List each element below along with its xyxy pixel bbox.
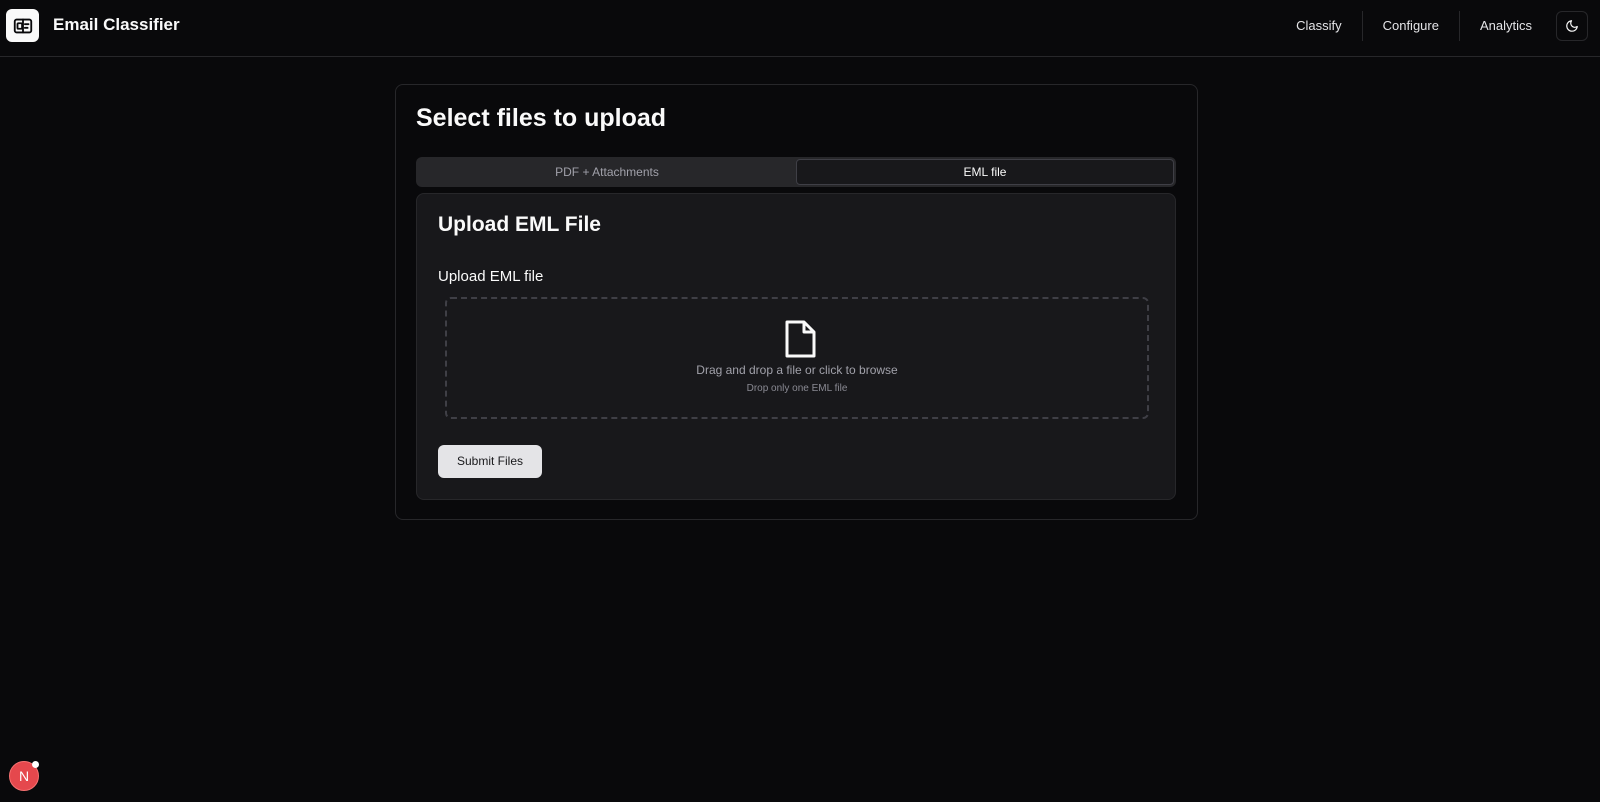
submit-files-button[interactable]: Submit Files xyxy=(438,445,542,478)
theme-toggle-button[interactable] xyxy=(1556,11,1588,41)
notification-dot xyxy=(32,761,39,768)
nav-item-classify[interactable]: Classify xyxy=(1276,11,1362,41)
file-dropzone[interactable]: Drag and drop a file or click to browse … xyxy=(445,297,1149,419)
dropzone-hint: Drop only one EML file xyxy=(746,383,848,394)
page-title: Select files to upload xyxy=(416,104,667,132)
moon-icon xyxy=(1566,20,1578,32)
upload-type-tabs: PDF + Attachments EML file xyxy=(416,157,1176,187)
nav-item-configure[interactable]: Configure xyxy=(1363,11,1459,41)
app-title: Email Classifier xyxy=(53,15,180,34)
top-navbar: Email Classifier Classify Configure Anal… xyxy=(0,0,1600,57)
field-label: Upload EML file xyxy=(438,268,544,285)
logo-icon[interactable] xyxy=(6,9,39,42)
dropzone-text: Drag and drop a file or click to browse xyxy=(696,363,898,377)
main-nav: Classify Configure Analytics xyxy=(1276,11,1552,41)
nav-item-analytics[interactable]: Analytics xyxy=(1460,11,1552,41)
tab-pdf-attachments[interactable]: PDF + Attachments xyxy=(418,159,796,185)
upload-panel: Select files to upload PDF + Attachments… xyxy=(395,84,1198,520)
eml-upload-card: Upload EML File Upload EML file Drag and… xyxy=(416,193,1176,500)
tab-eml-file[interactable]: EML file xyxy=(796,159,1174,185)
file-icon xyxy=(785,320,816,358)
card-title: Upload EML File xyxy=(438,213,601,236)
